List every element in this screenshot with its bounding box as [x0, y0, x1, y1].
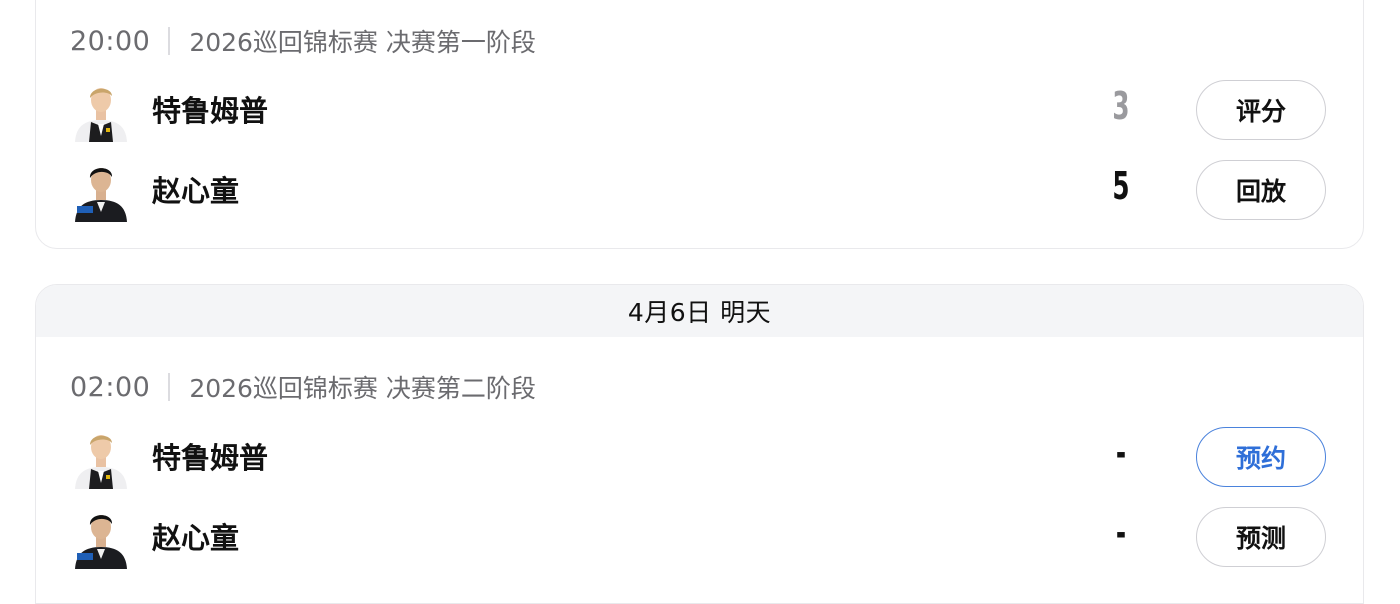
match-time: 02:00: [70, 371, 151, 403]
player-avatar-zhao: [71, 507, 131, 569]
player-name: 特鲁姆普: [152, 441, 269, 475]
player-name: 赵心童: [152, 521, 240, 555]
match-meta: 02:00 2026巡回锦标赛 决赛第二阶段: [70, 367, 536, 407]
match-time: 20:00: [70, 25, 151, 57]
player-row[interactable]: 特鲁姆普 3 评分: [71, 80, 1365, 142]
player-row[interactable]: 特鲁姆普 - 预约: [71, 427, 1363, 489]
player-avatar-zhao: [71, 160, 131, 222]
match-card[interactable]: 4月6日 明天 02:00 2026巡回锦标赛 决赛第二阶段 特鲁姆普 - 预约: [35, 284, 1364, 604]
match-event: 2026巡回锦标赛 决赛第二阶段: [189, 374, 536, 403]
player-score: -: [1115, 511, 1127, 555]
predict-button[interactable]: 预测: [1196, 507, 1326, 567]
player-score: -: [1115, 431, 1127, 475]
meta-divider: [168, 373, 171, 401]
player-score: 5: [1112, 164, 1130, 208]
player-score: 3: [1112, 84, 1130, 128]
player-row[interactable]: 赵心童 5 回放: [71, 160, 1365, 222]
meta-divider: [168, 27, 171, 55]
player-avatar-trump: [71, 80, 131, 142]
player-name: 赵心童: [152, 174, 240, 208]
replay-button[interactable]: 回放: [1196, 160, 1326, 220]
match-card[interactable]: 20:00 2026巡回锦标赛 决赛第一阶段 特鲁姆普 3 评分 赵心童 5 回…: [35, 0, 1364, 249]
reserve-button[interactable]: 预约: [1196, 427, 1326, 487]
player-name: 特鲁姆普: [152, 94, 269, 128]
player-row[interactable]: 赵心童 - 预测: [71, 507, 1363, 569]
match-meta: 20:00 2026巡回锦标赛 决赛第一阶段: [70, 21, 536, 61]
date-header: 4月6日 明天: [36, 285, 1363, 337]
rate-button[interactable]: 评分: [1196, 80, 1326, 140]
player-avatar-trump: [71, 427, 131, 489]
match-event: 2026巡回锦标赛 决赛第一阶段: [189, 28, 536, 57]
